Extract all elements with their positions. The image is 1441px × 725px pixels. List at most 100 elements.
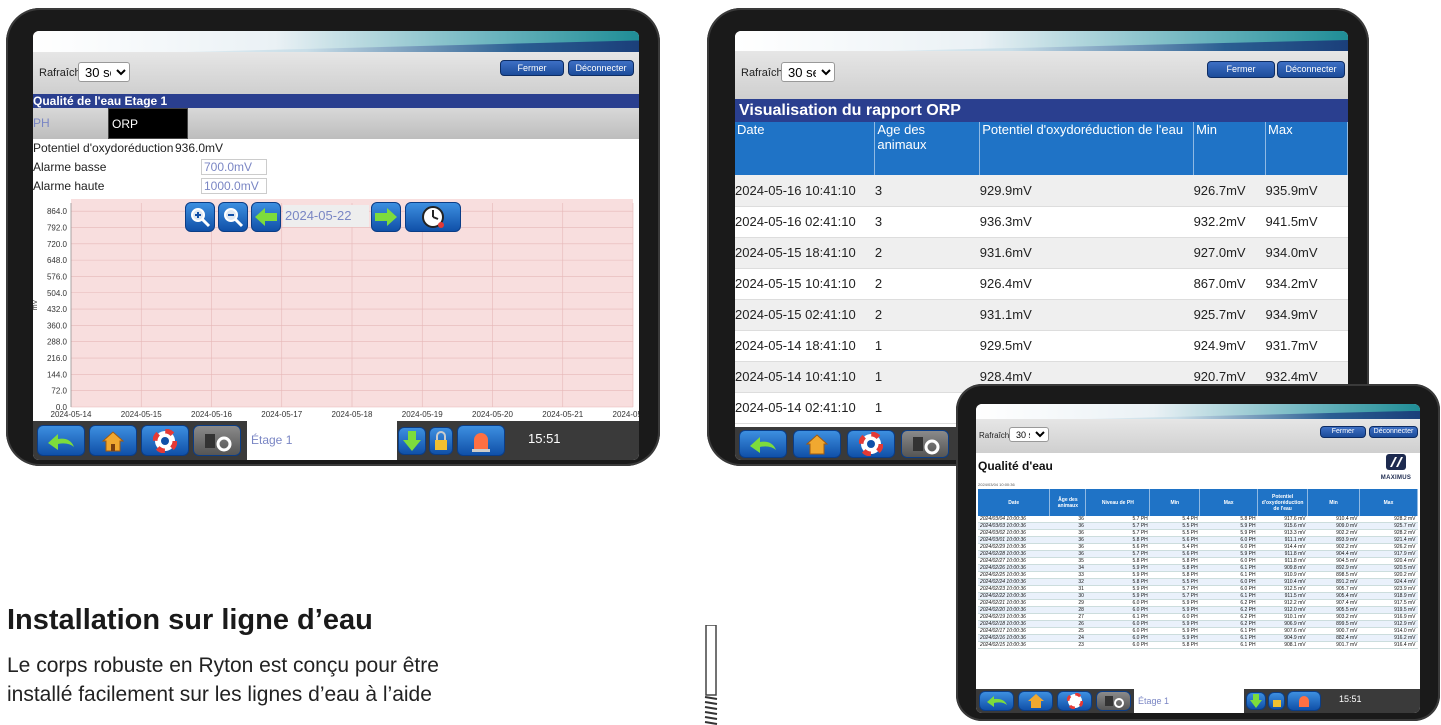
x-tick-label: 2024-05-19 (402, 410, 443, 419)
zoom-in-button[interactable] (185, 202, 215, 232)
table-cell: 5.8 PH (1085, 578, 1150, 587)
table-row[interactable]: 2024/03/02 10:00:36 36 5.7 PH 5.5 PH 5.9 PH 9… (978, 529, 1418, 538)
previous-date-button[interactable] (251, 202, 281, 232)
table-row[interactable]: 2024/02/19 10:00:36 27 6.1 PH 6.0 PH 6.2 PH 9… (978, 613, 1418, 622)
table-row[interactable]: 2024-05-14 18:41:10 1 929.5mV 924.9mV 931.7m… (735, 330, 1348, 362)
house-icon (1027, 694, 1044, 708)
refresh-select-2[interactable]: 30 sec. (781, 62, 835, 82)
help-button[interactable] (141, 425, 189, 456)
close-button-3[interactable]: Fermer (1320, 426, 1366, 438)
close-button-2[interactable]: Fermer (1207, 61, 1275, 78)
field-alarm-low-input[interactable]: 700.0mV (201, 159, 267, 175)
table-row[interactable]: 2024-05-16 10:41:10 3 929.9mV 926.7mV 935.9m… (735, 175, 1348, 207)
table-cell: 6.0 PH (1149, 613, 1200, 622)
table-cell: 2024/02/20 10:00:36 (978, 606, 1050, 615)
download-button[interactable] (398, 427, 426, 455)
column-header: Date (735, 122, 876, 175)
table-cell: 5.9 PH (1149, 634, 1200, 643)
download-button-3[interactable] (1246, 692, 1266, 710)
clock-button[interactable] (405, 202, 461, 232)
table-row[interactable]: 2024/02/17 10:00:36 25 6.0 PH 5.9 PH 6.1 PH 9… (978, 627, 1418, 636)
logout-button-2[interactable]: Déconnecter (1277, 61, 1345, 78)
table-row[interactable]: 2024/02/21 10:00:36 29 6.0 PH 5.9 PH 6.2 PH 9… (978, 599, 1418, 608)
table-row[interactable]: 2024/02/27 10:00:36 35 5.8 PH 5.8 PH 6.0 PH 9… (978, 557, 1418, 566)
close-button[interactable]: Fermer (500, 60, 564, 76)
settings-button[interactable] (193, 425, 241, 456)
table-cell: 903.2 mV (1307, 613, 1360, 622)
home-button[interactable] (89, 425, 137, 456)
tab-orp[interactable]: ORP (108, 108, 188, 139)
footer-bar: Étage 1 15:51 (33, 421, 639, 460)
home-button-3[interactable] (1018, 691, 1053, 711)
table-row[interactable]: 2024/02/29 10:00:36 36 5.6 PH 5.4 PH 6.0 PH 9… (978, 543, 1418, 552)
table-row[interactable]: 2024/02/24 10:00:36 32 5.8 PH 5.5 PH 6.0 PH 9… (978, 578, 1418, 587)
table-cell: 2024/03/02 10:00:36 (978, 529, 1050, 538)
table-row[interactable]: 2024/02/25 10:00:36 33 5.9 PH 5.8 PH 6.1 PH 9… (978, 571, 1418, 580)
table-cell: 3 (874, 175, 980, 207)
alarm-button-3[interactable] (1287, 691, 1321, 711)
table-cell: 5.8 PH (1085, 557, 1150, 566)
siren-icon (472, 432, 490, 452)
table-cell: 923.9 mV (1359, 585, 1418, 594)
table-cell: 891.2 mV (1307, 578, 1360, 587)
table-cell: 36 (1049, 516, 1086, 524)
lock-button[interactable] (429, 427, 453, 455)
field-alarm-high-input[interactable]: 1000.0mV (201, 178, 267, 194)
table-row[interactable]: 2024/02/22 10:00:36 30 5.9 PH 5.7 PH 6.1 PH 9… (978, 592, 1418, 601)
help-button-3[interactable] (1057, 691, 1092, 711)
house-icon (805, 434, 829, 455)
logout-button[interactable]: Déconnecter (568, 60, 634, 76)
table-cell: 924.9mV (1193, 330, 1266, 362)
section-body-line-2: installé facilement sur les lignes d’eau… (7, 683, 432, 706)
table-cell: 1 (874, 330, 980, 362)
table-cell: 917.6 mV (1257, 516, 1308, 524)
table-row[interactable]: 2024/02/28 10:00:36 36 5.7 PH 5.6 PH 5.9 PH 9… (978, 550, 1418, 559)
lock-button-3[interactable] (1268, 692, 1285, 710)
table-row[interactable]: 2024/03/03 10:00:36 36 5.7 PH 5.5 PH 5.9 PH 9… (978, 522, 1418, 531)
next-date-button[interactable] (371, 202, 401, 232)
x-tick-label: 2024-05-16 (191, 410, 232, 419)
table-cell: 926.7mV (1193, 175, 1266, 207)
table-cell: 6.0 PH (1085, 620, 1150, 629)
zoom-out-button[interactable] (218, 202, 248, 232)
table-cell: 2024/02/21 10:00:36 (978, 599, 1050, 608)
back-button-2[interactable] (739, 430, 787, 458)
table-row[interactable]: 2024-05-15 18:41:10 2 931.6mV 927.0mV 934.0m… (735, 237, 1348, 269)
table-row[interactable]: 2024/02/26 10:00:36 34 5.9 PH 5.8 PH 6.1 PH 9… (978, 564, 1418, 573)
table-row[interactable]: 2024/02/18 10:00:36 26 6.0 PH 5.9 PH 6.2 PH 9… (978, 620, 1418, 629)
table-cell: 2024-05-15 18:41:10 (735, 237, 875, 269)
table-cell: 2 (874, 268, 980, 300)
refresh-select[interactable]: 30 sec. (78, 62, 130, 82)
refresh-select-3[interactable]: 30 sec. (1009, 427, 1049, 442)
table-cell: 904.5 mV (1307, 557, 1360, 566)
table-cell: 919.5 mV (1359, 606, 1418, 615)
table-row[interactable]: 2024/02/15 10:00:36 23 6.0 PH 5.8 PH 6.1 PH 9… (978, 641, 1418, 650)
gear-icon (1104, 696, 1124, 708)
table-row[interactable]: 2024-05-15 02:41:10 2 931.1mV 925.7mV 934.9m… (735, 299, 1348, 331)
table-cell: 905.5 mV (1307, 606, 1360, 615)
table-row[interactable]: 2024-05-15 10:41:10 2 926.4mV 867.0mV 934.2m… (735, 268, 1348, 300)
table-cell: 931.6mV (979, 237, 1194, 269)
table-cell: 2024-05-14 02:41:10 (735, 392, 875, 424)
x-tick-label: 2024-05-14 (51, 410, 92, 419)
logout-button-3[interactable]: Déconnecter (1369, 426, 1418, 438)
back-button-3[interactable] (979, 691, 1014, 711)
table-row[interactable]: 2024/03/04 10:00:36 36 5.7 PH 5.4 PH 5.8 PH 9… (978, 516, 1418, 524)
alarm-button[interactable] (457, 425, 505, 456)
settings-button-3[interactable] (1096, 691, 1131, 711)
back-button[interactable] (37, 425, 85, 456)
table-row[interactable]: 2024/02/16 10:00:36 24 6.0 PH 5.9 PH 6.1 PH 9… (978, 634, 1418, 643)
top-toolbar-3: Rafraîchir 30 sec. Fermer Déconnecter (976, 419, 1420, 453)
table-row[interactable]: 2024/03/01 10:00:36 36 5.8 PH 5.6 PH 6.0 PH 9… (978, 536, 1418, 545)
column-header: Age des animaux (874, 122, 981, 175)
tab-ph[interactable]: PH (33, 116, 50, 130)
table-row[interactable]: 2024/02/20 10:00:36 28 6.0 PH 5.9 PH 6.2 PH 9… (978, 606, 1418, 615)
y-tick-label: 360.0 (47, 321, 68, 330)
date-field[interactable]: 2024-05-22 (283, 205, 369, 227)
settings-button-2[interactable] (901, 430, 949, 458)
table-cell: 2024/03/04 10:00:36 (978, 516, 1050, 524)
help-button-2[interactable] (847, 430, 895, 458)
table-row[interactable]: 2024/02/23 10:00:36 31 5.9 PH 5.7 PH 6.0 PH 9… (978, 585, 1418, 594)
home-button-2[interactable] (793, 430, 841, 458)
table-row[interactable]: 2024-05-16 02:41:10 3 936.3mV 932.2mV 941.5m… (735, 206, 1348, 238)
